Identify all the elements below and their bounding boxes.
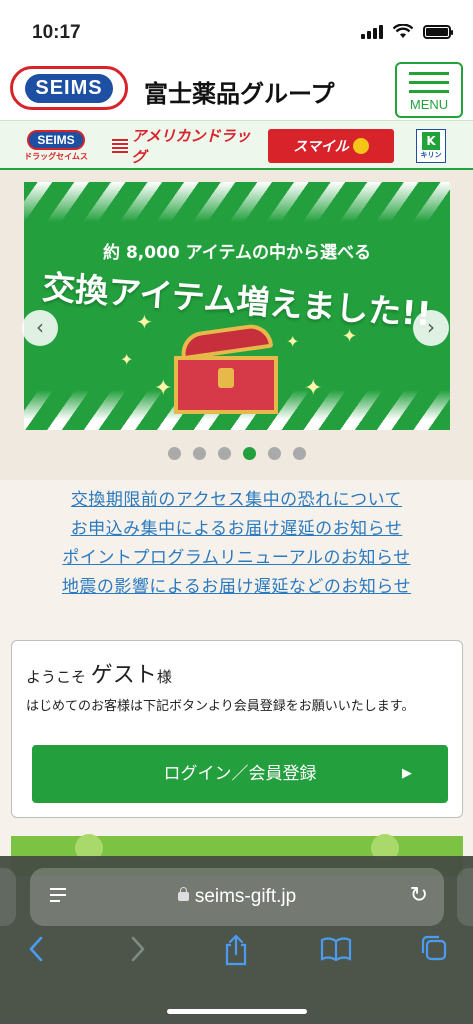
carousel-next-button[interactable]: › xyxy=(413,310,449,346)
news-link[interactable]: 地震の影響によるお届け遅延などのお知らせ xyxy=(0,573,473,602)
carousel-dot[interactable] xyxy=(292,447,306,460)
login-register-button[interactable]: ログイン／会員登録 ▶ xyxy=(32,745,448,803)
carousel-dot[interactable] xyxy=(167,447,181,460)
seims-logo[interactable]: SEIMS xyxy=(10,66,128,110)
brand-seims-logo: SEIMS xyxy=(27,130,85,150)
sparkle-icon: ✦ xyxy=(120,350,134,369)
back-icon[interactable] xyxy=(16,934,56,974)
brand-seims[interactable]: SEIMS ドラッグセイムス xyxy=(18,129,94,163)
browser-bar: seims-gift.jp ↻ xyxy=(0,856,473,1024)
carousel-dot-active[interactable] xyxy=(242,447,256,460)
wifi-icon xyxy=(393,24,413,38)
menu-label: MENU xyxy=(409,97,449,112)
brand-american-drug[interactable]: アメリカンドラッグ xyxy=(112,127,252,166)
brand-smile[interactable]: スマイル xyxy=(268,129,394,163)
sparkle-icon: ✦ xyxy=(286,332,300,351)
play-arrow-icon: ▶ xyxy=(402,766,412,781)
banner-subtitle: 約 8,000 アイテムの中から選べる xyxy=(103,243,371,263)
brand-kirin[interactable]: K キリン xyxy=(416,129,446,163)
forward-icon[interactable] xyxy=(118,934,158,974)
banner-slide[interactable]: 約 8,000 アイテムの中から選べる 交換アイテム増えました!! ✦ ✦ ✦ … xyxy=(24,182,450,430)
status-icons xyxy=(361,24,453,39)
signal-icon xyxy=(361,25,383,39)
carousel-dot[interactable] xyxy=(267,447,281,460)
brand-american-drug-label: アメリカンドラッグ xyxy=(131,127,251,166)
welcome-prefix: ようこそ xyxy=(26,668,87,686)
treasure-chest-icon xyxy=(174,321,278,414)
address-bar[interactable]: seims-gift.jp ↻ xyxy=(30,868,444,926)
group-name: 富士薬品グループ xyxy=(144,80,335,108)
status-time: 10:17 xyxy=(32,22,81,43)
kirin-mark: K xyxy=(422,132,440,150)
login-register-label: ログイン／会員登録 xyxy=(163,764,317,784)
sparkle-icon: ✦ xyxy=(304,376,323,401)
carousel-prev-button[interactable]: ‹ xyxy=(22,310,58,346)
welcome-greeting: ようこそ ゲスト様 xyxy=(26,657,172,689)
news-list: 交換期限前のアクセス集中の恐れについて お申込み集中によるお届け遅延のお知らせ … xyxy=(0,486,473,602)
brand-strip: SEIMS ドラッグセイムス アメリカンドラッグ スマイル K キリン xyxy=(0,120,473,170)
reload-icon[interactable]: ↻ xyxy=(410,883,428,909)
news-link[interactable]: 交換期限前のアクセス集中の恐れについて xyxy=(0,486,473,515)
welcome-message: はじめてのお客様は下記ボタンより会員登録をお願いいたします。 xyxy=(26,699,415,714)
prev-tab-peek[interactable] xyxy=(0,868,16,926)
hamburger-icon xyxy=(409,72,449,99)
bookmarks-icon[interactable] xyxy=(316,934,356,974)
url-text: seims-gift.jp xyxy=(30,868,444,926)
news-link[interactable]: お申込み集中によるお届け遅延のお知らせ xyxy=(0,515,473,544)
flag-icon xyxy=(112,139,129,153)
smile-face-icon xyxy=(352,138,369,154)
banner-carousel: 約 8,000 アイテムの中から選べる 交換アイテム増えました!! ✦ ✦ ✦ … xyxy=(0,170,473,480)
tabs-icon[interactable] xyxy=(414,934,454,974)
sparkle-icon: ✦ xyxy=(136,310,153,334)
menu-button[interactable]: MENU xyxy=(395,62,463,118)
sparkle-icon: ✦ xyxy=(154,376,173,401)
battery-icon xyxy=(423,25,453,39)
carousel-dot[interactable] xyxy=(217,447,231,460)
welcome-box: ようこそ ゲスト様 はじめてのお客様は下記ボタンより会員登録をお願いいたします。… xyxy=(11,640,463,818)
next-tab-peek[interactable] xyxy=(457,868,473,926)
welcome-guest-name: ゲスト xyxy=(90,663,157,688)
carousel-dots xyxy=(0,447,473,460)
brand-smile-label: スマイル xyxy=(293,139,349,155)
carousel-dot[interactable] xyxy=(192,447,206,460)
welcome-suffix: 様 xyxy=(156,668,172,686)
news-link[interactable]: ポイントプログラムリニューアルのお知らせ xyxy=(0,544,473,573)
site-header: SEIMS 富士薬品グループ MENU xyxy=(0,56,473,120)
lock-icon xyxy=(177,887,189,902)
status-bar: 10:17 xyxy=(0,0,473,56)
url-value: seims-gift.jp xyxy=(194,886,297,907)
sparkle-icon: ✦ xyxy=(342,326,358,347)
seims-logo-text: SEIMS xyxy=(25,73,113,103)
brand-kirin-sub: キリン xyxy=(420,151,442,159)
home-indicator xyxy=(167,1009,307,1014)
brand-seims-sub: ドラッグセイムス xyxy=(24,152,88,161)
share-icon[interactable] xyxy=(216,934,256,974)
browser-toolbar xyxy=(0,934,473,974)
